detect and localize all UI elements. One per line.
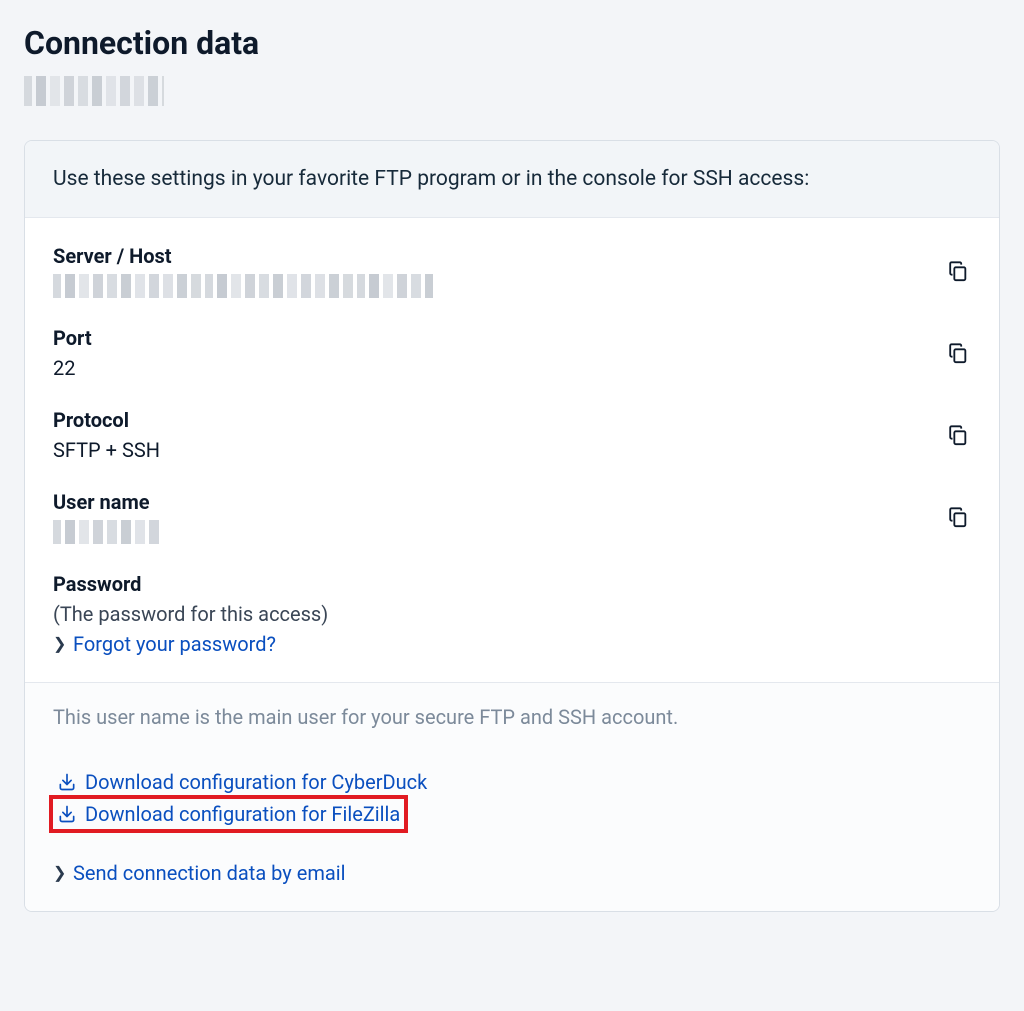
field-protocol-value: SFTP + SSH [53,438,947,462]
panel-intro: Use these settings in your favorite FTP … [25,141,999,218]
page-subtitle-redacted [24,76,164,106]
download-icon [57,804,77,824]
download-filezilla-link[interactable]: Download configuration for FileZilla [53,799,404,829]
copy-icon [947,506,969,528]
field-port-value: 22 [53,356,947,380]
field-protocol: Protocol SFTP + SSH [53,400,971,482]
chevron-right-icon: ❯ [53,636,65,652]
download-links-group: Download configuration for CyberDuck Dow… [53,767,971,833]
field-username: User name [53,482,971,564]
copy-icon [947,424,969,446]
filezilla-highlight-frame: Download configuration for FileZilla [49,795,408,833]
forgot-password-row: ❯ Forgot your password? [53,626,971,656]
field-server: Server / Host [53,236,971,318]
page-title: Connection data [24,24,1000,62]
copy-icon [947,342,969,364]
send-email-row: ❯ Send connection data by email [53,857,971,885]
panel-body: Server / Host Port 22 Protocol SFTP + SS… [25,218,999,682]
copy-username-button[interactable] [947,506,971,530]
field-password: Password (The password for this access) … [53,564,971,662]
connection-panel: Use these settings in your favorite FTP … [24,140,1000,912]
field-protocol-label: Protocol [53,408,947,432]
download-filezilla-label: Download configuration for FileZilla [85,802,400,826]
field-username-label: User name [53,490,947,514]
copy-icon [947,260,969,282]
field-server-label: Server / Host [53,244,947,268]
field-port: Port 22 [53,318,971,400]
download-cyberduck-label: Download configuration for CyberDuck [85,770,427,794]
chevron-right-icon: ❯ [53,865,65,881]
forgot-password-link[interactable]: Forgot your password? [73,632,276,656]
field-server-value-redacted [53,274,433,298]
copy-protocol-button[interactable] [947,424,971,448]
field-username-value-redacted [53,520,163,544]
download-cyberduck-link[interactable]: Download configuration for CyberDuck [53,767,431,797]
copy-port-button[interactable] [947,342,971,366]
send-email-link[interactable]: Send connection data by email [73,861,345,885]
field-password-hint: (The password for this access) [53,602,971,626]
panel-footer: This user name is the main user for your… [25,682,999,911]
copy-server-button[interactable] [947,260,971,284]
download-icon [57,772,77,792]
field-port-label: Port [53,326,947,350]
footer-info-text: This user name is the main user for your… [53,705,971,729]
field-password-label: Password [53,572,971,596]
